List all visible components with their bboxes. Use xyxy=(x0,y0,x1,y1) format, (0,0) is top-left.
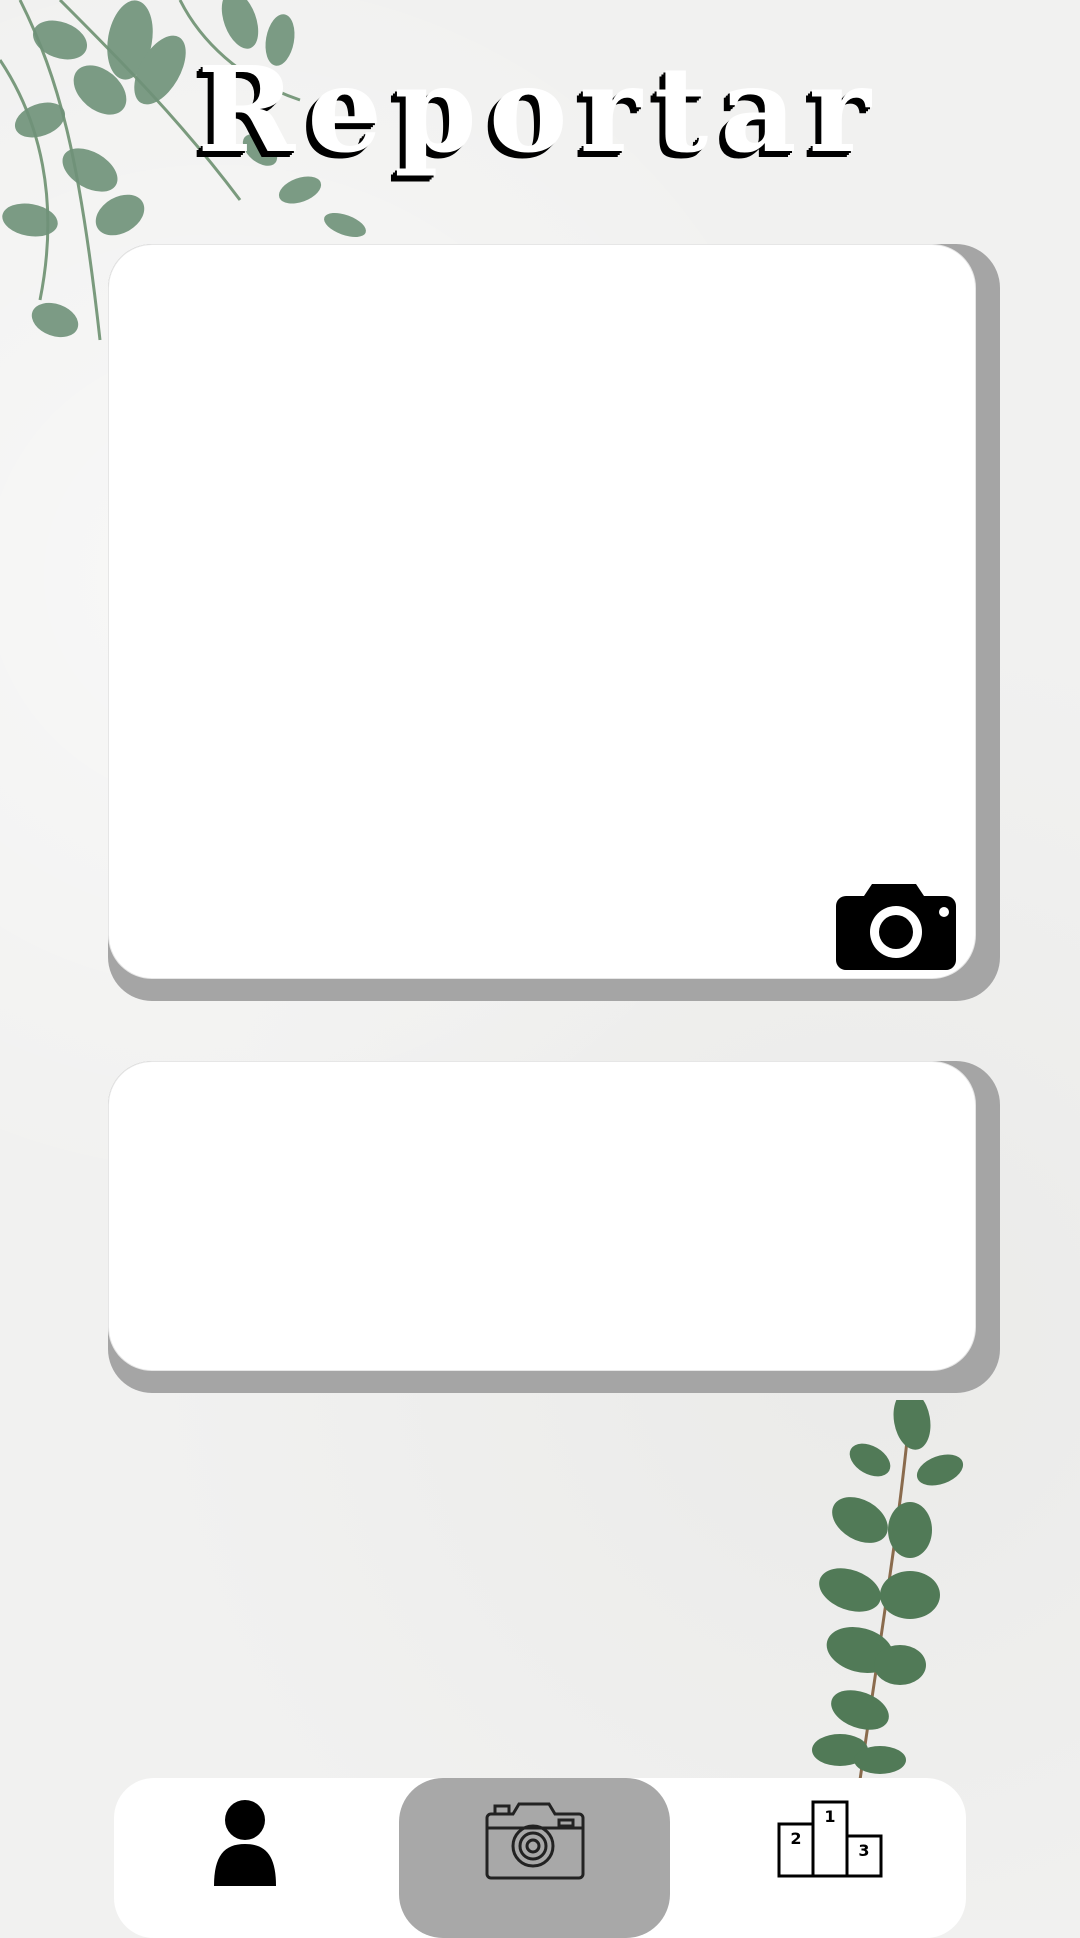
user-icon xyxy=(214,1800,276,1886)
camera-icon xyxy=(836,884,956,970)
camera-outline-icon xyxy=(485,1802,584,1880)
svg-text:2: 2 xyxy=(790,1829,801,1848)
svg-text:1: 1 xyxy=(824,1807,835,1826)
podium-icon: 1 2 3 xyxy=(777,1800,883,1878)
photo-card[interactable] xyxy=(108,244,976,979)
page-title: Reportar xyxy=(197,40,883,179)
eucalyptus-decoration-bottom xyxy=(812,1400,964,1780)
nav-profile[interactable] xyxy=(114,1778,376,1938)
nav-report[interactable] xyxy=(399,1778,670,1938)
description-input[interactable] xyxy=(108,1061,976,1371)
bottom-navbar: 1 2 3 xyxy=(114,1778,966,1938)
take-photo-button[interactable] xyxy=(836,880,956,970)
svg-text:3: 3 xyxy=(858,1841,869,1860)
nav-ranking[interactable]: 1 2 3 xyxy=(694,1778,966,1938)
